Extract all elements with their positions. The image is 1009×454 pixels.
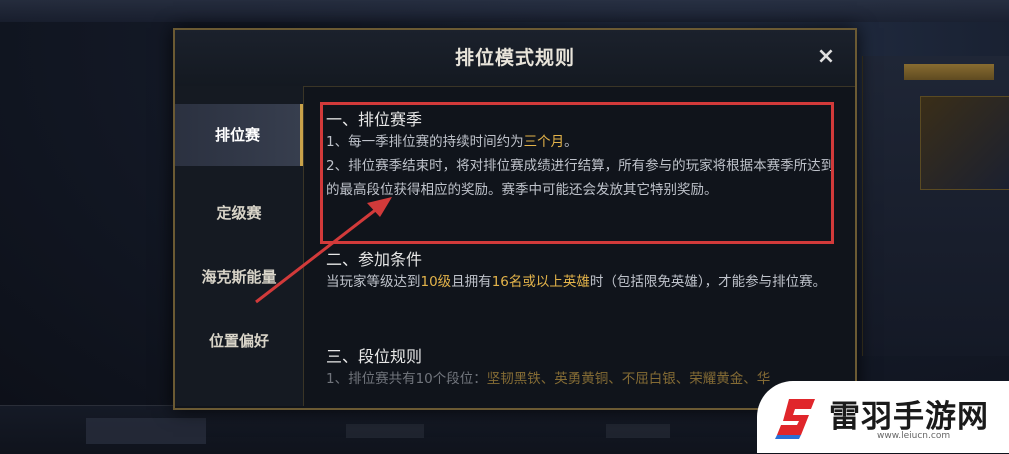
rule-text: 时（包括限免英雄），才能参与排位赛。 [589,274,827,290]
close-button[interactable]: × [813,44,839,70]
dialog-header: 排位模式规则 × [175,30,855,87]
rule-text: 且拥有 [451,274,492,290]
sidebar-item-ranked[interactable]: 排位赛 [175,104,303,166]
rule-highlight: 三个月 [523,134,565,150]
watermark-url: www.leiucn.com [877,431,951,441]
background-tab [346,424,424,438]
rules-sidebar: 排位赛 定级赛 海克斯能量 位置偏好 [175,86,304,406]
background-tab [86,418,206,444]
sidebar-item-hextech-energy[interactable]: 海克斯能量 [175,246,303,308]
rule-text: 1、每一季排位赛的持续时间约为 [326,134,524,150]
rules-content[interactable]: 一、排位赛季 1、每一季排位赛的持续时间约为三个月。 2、排位赛季结束时，将对排… [305,86,853,406]
section-title: 三、段位规则 [326,347,423,366]
sidebar-item-position-preference[interactable]: 位置偏好 [175,310,303,372]
rule-text: 当玩家等级达到 [326,274,421,290]
watermark-logo-icon [775,399,815,439]
rule-paragraph: 当玩家等级达到10级且拥有16名或以上英雄时（包括限免英雄），才能参与排位赛。 [326,270,836,294]
rule-highlight: 16名或以上英雄 [491,274,590,290]
dialog-title: 排位模式规则 [454,47,575,69]
rule-highlight: 坚韧黑铁、英勇黄铜、不屈白银、荣耀黄金、华 [486,371,771,387]
rule-paragraph: 2、排位赛季结束时，将对排位赛成绩进行结算，所有参与的玩家将根据本赛季所达到的最… [326,158,835,198]
rule-paragraph: 1、每一季排位赛的持续时间约为三个月。 [326,130,836,154]
section-title: 二、参加条件 [326,250,423,269]
section-title: 一、排位赛季 [326,110,423,129]
rule-text: 1、排位赛共有10个段位： [326,371,487,387]
site-watermark: 雷羽手游网 www.leiucn.com [757,381,1009,453]
watermark-name: 雷羽手游网 [829,399,989,435]
background-thumbnail [920,96,1009,190]
sidebar-item-placement[interactable]: 定级赛 [175,182,303,244]
rules-dialog: 排位模式规则 × 排位赛 定级赛 海克斯能量 位置偏好 一、排位赛季 1、每一季… [173,28,857,410]
rule-paragraph: 1、排位赛共有10个段位：坚韧黑铁、英勇黄铜、不屈白银、荣耀黄金、华 [326,367,836,391]
rule-text: 。 [564,134,578,150]
background-gold-bar [904,64,994,80]
rule-highlight: 10级 [420,274,452,290]
background-tab [606,424,670,438]
background-top-bar [0,0,1009,22]
